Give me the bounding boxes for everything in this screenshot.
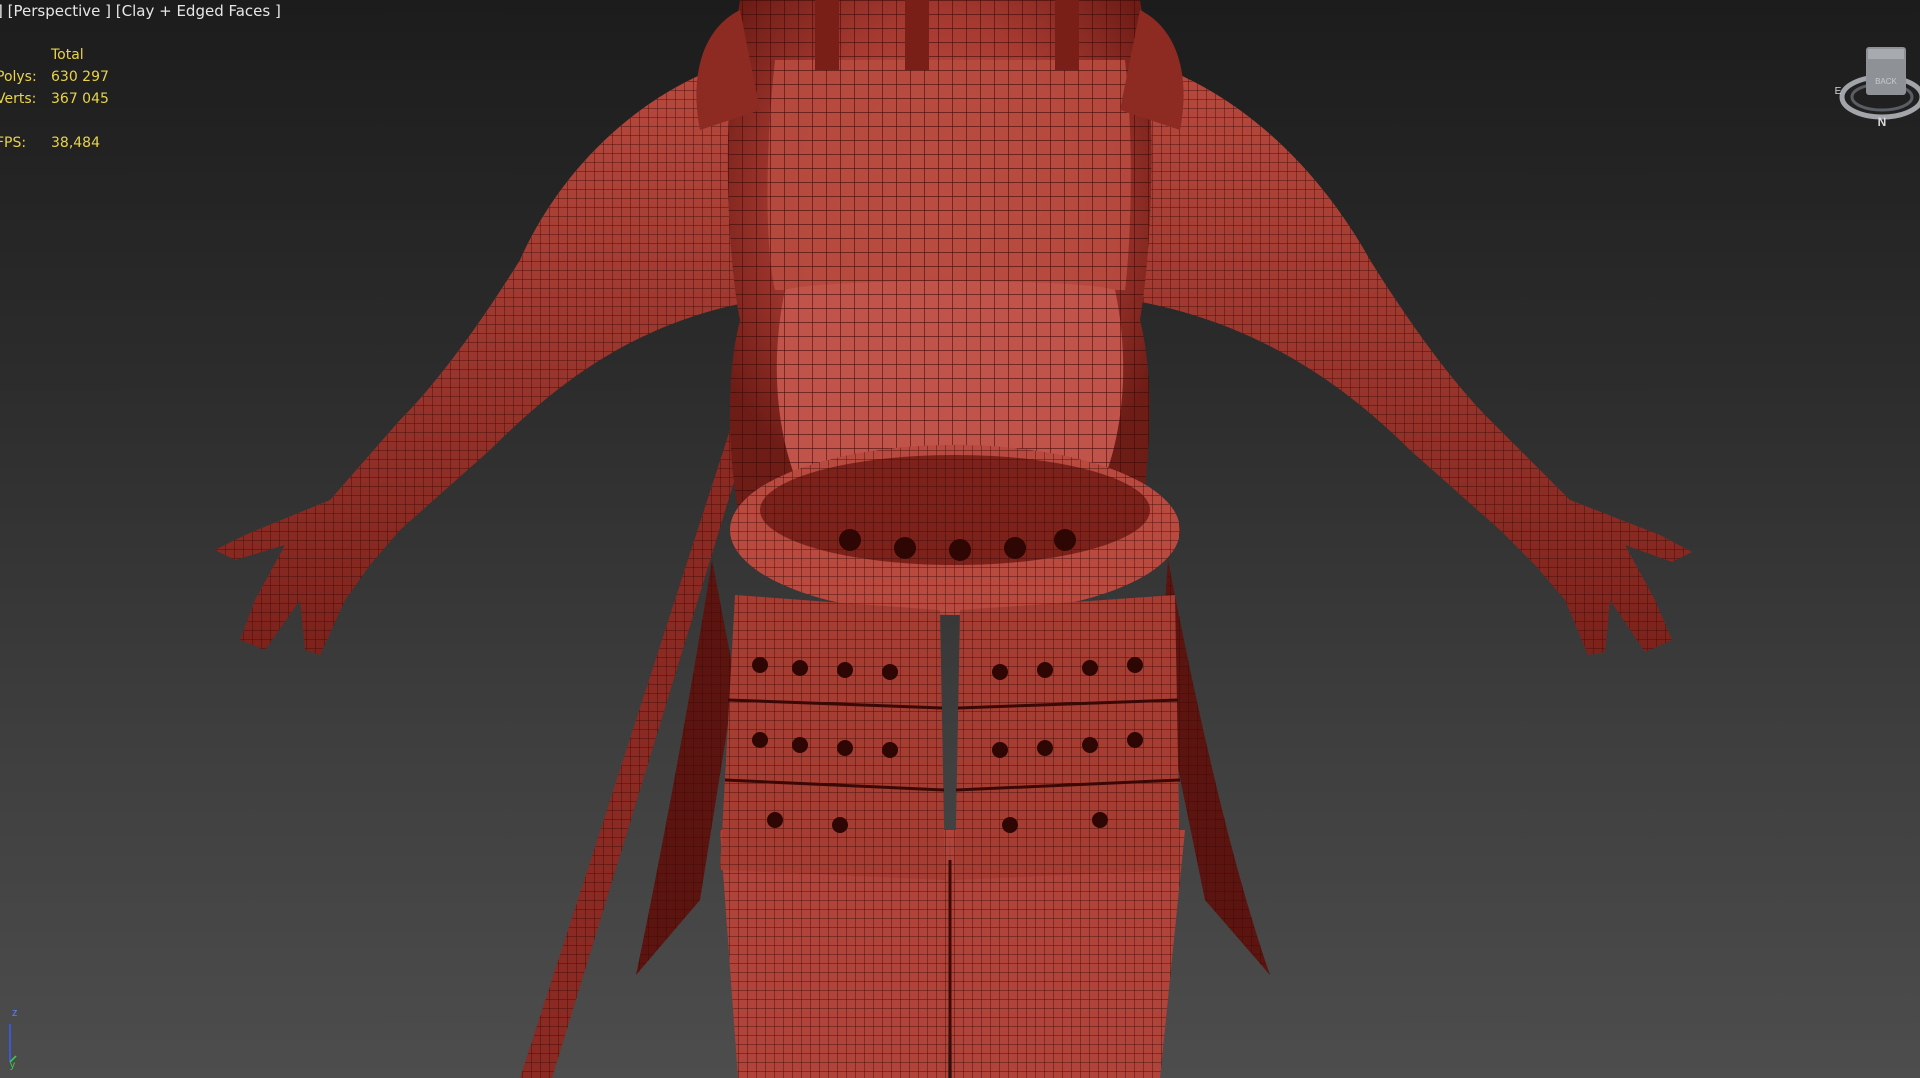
y-axis-label: y	[10, 1060, 15, 1070]
viewport-label-shading[interactable]: [Clay + Edged Faces ]	[116, 2, 281, 20]
left-arm	[215, 60, 760, 655]
polys-value: 630 297	[51, 69, 109, 85]
viewport-label-view[interactable]: [Perspective ]	[8, 2, 111, 20]
viewcube-icon[interactable]: BACK N E	[1830, 42, 1920, 132]
torso	[696, 0, 1184, 520]
axis-tripod-icon: z y	[9, 1007, 18, 1070]
viewport[interactable]: ] [Perspective ] [Clay + Edged Faces ] T…	[0, 0, 1920, 1078]
polys-label: Polys:	[0, 69, 37, 85]
belt	[730, 445, 1180, 615]
viewport-label-bracket[interactable]: ]	[0, 2, 3, 20]
viewcube-face-label: BACK	[1875, 77, 1897, 86]
z-axis-label: z	[12, 1007, 18, 1019]
verts-value: 367 045	[51, 91, 109, 107]
fps-label: FPS:	[0, 135, 27, 151]
stats-header: Total	[51, 47, 84, 63]
verts-label: Verts:	[0, 91, 37, 107]
samurai-model[interactable]	[0, 0, 1920, 1078]
viewport-label[interactable]: ] [Perspective ] [Clay + Edged Faces ]	[0, 2, 281, 20]
compass-north-label[interactable]: N	[1878, 115, 1887, 129]
right-arm	[1130, 60, 1692, 655]
fps-value: 38,484	[51, 135, 100, 151]
viewcube-top[interactable]	[1868, 49, 1904, 59]
compass-west-label[interactable]: E	[1835, 86, 1842, 97]
